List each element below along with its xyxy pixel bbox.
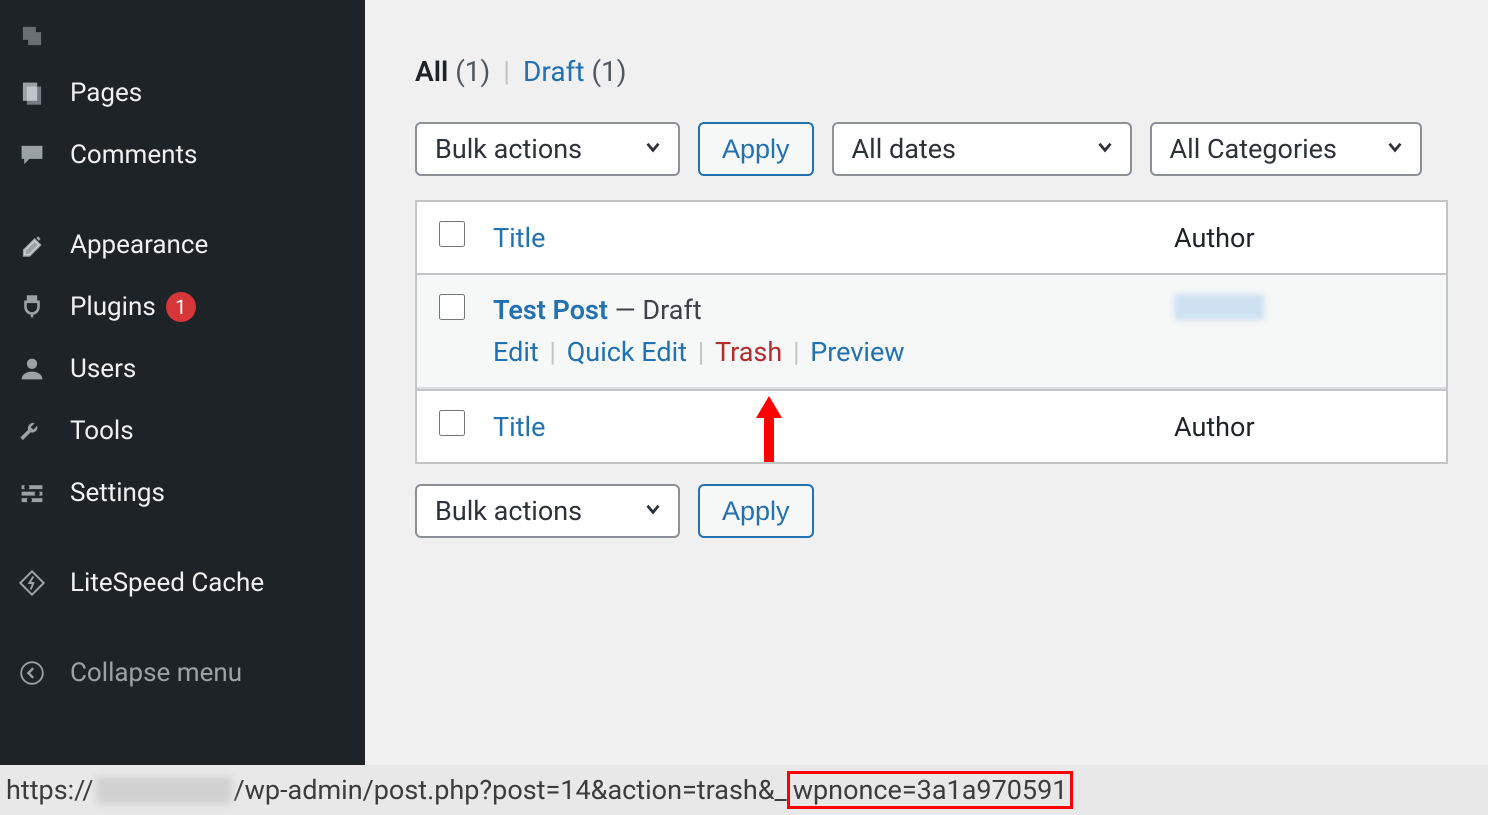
filter-all[interactable]: All [415, 55, 448, 88]
table-footer: Title Author [417, 389, 1446, 462]
sidebar-item-label: Plugins [70, 292, 156, 322]
comments-icon [16, 139, 48, 171]
select-all-checkbox-top[interactable] [439, 221, 493, 254]
bulk-actions-select-bottom[interactable]: Bulk actions [415, 484, 680, 538]
settings-icon [16, 477, 48, 509]
sidebar-item-label: Users [70, 354, 136, 384]
status-nonce-underscore: _ [775, 774, 787, 806]
chevron-down-icon [1384, 133, 1406, 165]
posts-table: Title Author Test Post — Draft Edit | Qu… [415, 200, 1448, 464]
sidebar-item-label: Appearance [70, 230, 208, 260]
filter-all-count: (1) [455, 55, 490, 88]
status-url-path: /wp-admin/post.php?post=14&action=trash& [234, 774, 775, 806]
tablenav-top: Bulk actions Apply All dates All Categor… [415, 122, 1448, 176]
plugin-update-badge: 1 [166, 292, 196, 322]
row-title-cell: Test Post — Draft [493, 294, 1174, 326]
tablenav-bottom: Bulk actions Apply [415, 484, 1448, 538]
row-select-checkbox[interactable] [439, 294, 493, 368]
bulk-actions-label: Bulk actions [435, 133, 582, 165]
sidebar-item-appearance[interactable]: Appearance [0, 214, 365, 276]
apply-bulk-button[interactable]: Apply [698, 122, 814, 176]
collapse-icon [16, 657, 48, 689]
chevron-down-icon [642, 133, 664, 165]
sidebar-collapse-menu[interactable]: Collapse menu [0, 642, 365, 704]
row-author-cell [1174, 294, 1424, 368]
action-quick-edit[interactable]: Quick Edit [567, 336, 687, 368]
main-content: All (1) | Draft (1) Bulk actions Apply A… [365, 0, 1488, 815]
column-author-footer[interactable]: Author [1174, 411, 1424, 443]
sidebar-item-tools[interactable]: Tools [0, 400, 365, 462]
tools-icon [16, 415, 48, 447]
sidebar-item-settings[interactable]: Settings [0, 462, 365, 524]
sidebar-item-label: Tools [70, 416, 134, 446]
sidebar-item-media-top[interactable] [0, 20, 365, 62]
action-preview[interactable]: Preview [810, 336, 904, 368]
sidebar-item-comments[interactable]: Comments [0, 124, 365, 186]
sidebar-item-label: Pages [70, 78, 142, 108]
sidebar-item-label: Collapse menu [70, 658, 242, 688]
column-title-header[interactable]: Title [493, 222, 1174, 254]
select-all-checkbox-bottom[interactable] [439, 410, 493, 443]
media-icon [16, 20, 48, 52]
bulk-actions-label-bottom: Bulk actions [435, 495, 582, 527]
column-title-footer[interactable]: Title [493, 411, 1174, 443]
filter-draft[interactable]: Draft [523, 55, 584, 88]
sidebar-item-plugins[interactable]: Plugins 1 [0, 276, 365, 338]
dates-filter-label: All dates [852, 133, 956, 165]
status-url-prefix: https:// [6, 774, 94, 806]
sidebar-item-label: Settings [70, 478, 165, 508]
bulk-actions-select[interactable]: Bulk actions [415, 122, 680, 176]
annotation-arrow [754, 396, 784, 477]
apply-bulk-button-bottom[interactable]: Apply [698, 484, 814, 538]
post-filter-links: All (1) | Draft (1) [415, 55, 1448, 88]
appearance-icon [16, 229, 48, 261]
status-url-domain-redacted [96, 777, 232, 804]
categories-filter-label: All Categories [1170, 133, 1337, 165]
sidebar-item-label: LiteSpeed Cache [70, 568, 264, 598]
status-nonce-highlighted: wpnonce=3a1a970591 [787, 771, 1074, 809]
sidebar-item-litespeed[interactable]: LiteSpeed Cache [0, 552, 365, 614]
dates-filter-select[interactable]: All dates [832, 122, 1132, 176]
author-name-redacted [1174, 294, 1264, 320]
action-trash[interactable]: Trash [715, 336, 782, 368]
chevron-down-icon [642, 495, 664, 527]
sidebar-item-label: Comments [70, 140, 197, 170]
filter-draft-count: (1) [591, 55, 626, 88]
litespeed-icon [16, 567, 48, 599]
action-edit[interactable]: Edit [493, 336, 539, 368]
admin-sidebar: Pages Comments Appearance Plugins 1 User… [0, 0, 365, 815]
sidebar-item-users[interactable]: Users [0, 338, 365, 400]
sidebar-item-pages[interactable]: Pages [0, 62, 365, 124]
users-icon [16, 353, 48, 385]
chevron-down-icon [1094, 133, 1116, 165]
table-row: Test Post — Draft Edit | Quick Edit | Tr… [417, 275, 1446, 389]
plugins-icon [16, 291, 48, 323]
column-author-header[interactable]: Author [1174, 222, 1424, 254]
categories-filter-select[interactable]: All Categories [1150, 122, 1422, 176]
post-title-link[interactable]: Test Post [493, 294, 608, 326]
post-status: — Draft [608, 294, 702, 326]
browser-statusbar: https:// /wp-admin/post.php?post=14&actio… [0, 765, 1488, 815]
pages-icon [16, 77, 48, 109]
table-header: Title Author [417, 202, 1446, 275]
row-actions: Edit | Quick Edit | Trash | Preview [493, 336, 1174, 368]
